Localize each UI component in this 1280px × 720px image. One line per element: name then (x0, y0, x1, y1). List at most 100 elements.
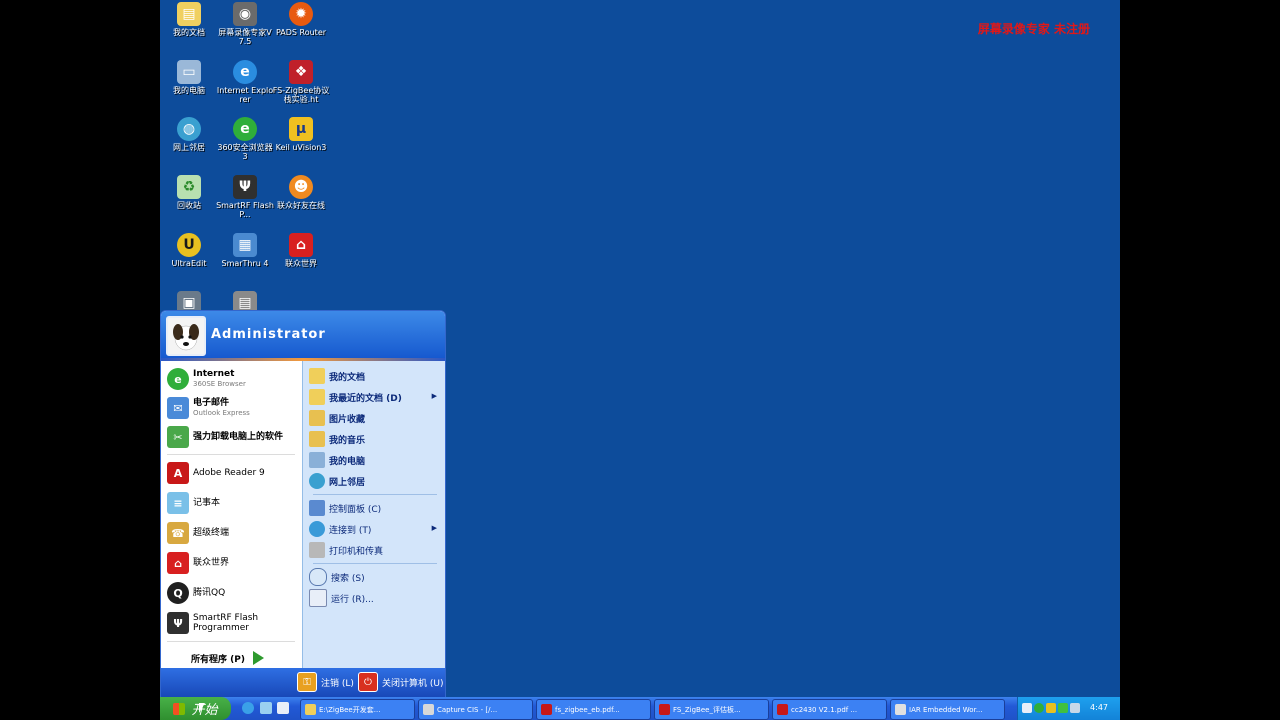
start-menu-footer: ⚿ 注销 (L) ⏻ 关闭计算机 (U) (161, 668, 445, 697)
recent-notepad[interactable]: ≡ 记事本 (167, 490, 301, 516)
desktop-icon-label: FS-ZigBee协议栈实验.ht (272, 86, 330, 104)
desktop-icon-screen-recorder[interactable]: ◉ 屏幕录像专家V7.5 (216, 2, 274, 46)
user-avatar[interactable] (166, 316, 206, 356)
control-panel-icon (309, 500, 325, 516)
desktop-icon-recycle-bin[interactable]: ♻ 回收站 (160, 175, 218, 210)
all-programs-button[interactable]: 所有程序 (P) (191, 651, 264, 665)
place-label: 我的音乐 (329, 435, 366, 446)
adobe-reader-icon: A (167, 462, 189, 484)
place-my-computer[interactable]: 我的电脑 (309, 450, 443, 470)
recent-hyperterminal[interactable]: ☎ 超级终端 (167, 520, 301, 546)
clock[interactable]: 4:47 (1090, 703, 1108, 712)
smartrf-icon: Ψ (167, 612, 189, 634)
taskbar: 开始 E:\ZigBee开发套... Capture CIS - [/... f… (160, 697, 1120, 720)
place-control-panel[interactable]: 控制面板 (C) (309, 498, 443, 518)
desktop-icon-360-browser[interactable]: e 360安全浏览器 3 (216, 117, 274, 161)
place-printers[interactable]: 打印机和传真 (309, 540, 443, 560)
pinned-internet[interactable]: e Internet 360SE Browser (167, 366, 301, 392)
place-label: 图片收藏 (329, 414, 366, 425)
place-network[interactable]: 网上邻居 (309, 471, 443, 491)
quicklaunch-desktop-icon[interactable] (277, 702, 289, 714)
shutdown-button[interactable]: ⏻ 关闭计算机 (U) (358, 672, 443, 692)
desktop-icon-keil[interactable]: μ Keil uVision3 (272, 117, 330, 152)
logoff-label: 注销 (L) (321, 678, 354, 689)
desktop-icon-my-documents[interactable]: ▤ 我的文档 (160, 2, 218, 37)
desktop-icon-smarthru[interactable]: ▦ SmarThru 4 (216, 233, 274, 268)
start-menu-header: Administrator (161, 311, 445, 358)
desktop-icon-ultraedit[interactable]: U UltraEdit (160, 233, 218, 268)
recent-adobe-reader[interactable]: A Adobe Reader 9 (167, 460, 301, 486)
desktop-icon-ie[interactable]: e Internet Explorer (216, 60, 274, 104)
recent-label: SmartRF Flash Programmer (193, 613, 259, 633)
360-browser-icon: e (233, 117, 257, 141)
recent-label: 超级终端 (193, 528, 230, 538)
task-button-explorer[interactable]: E:\ZigBee开发套... (300, 699, 415, 720)
desktop-icon-zigbee-html[interactable]: ❖ FS-ZigBee协议栈实验.ht (272, 60, 330, 104)
hyperterminal-icon: ☎ (167, 522, 189, 544)
task-button-pdf-3[interactable]: cc2430 V2.1.pdf ... (772, 699, 887, 720)
recent-label: 腾讯QQ (193, 588, 226, 598)
place-music[interactable]: 我的音乐 (309, 429, 443, 449)
pdf-icon (659, 704, 670, 715)
place-label: 控制面板 (C) (329, 504, 382, 515)
folder-icon (305, 704, 316, 715)
start-button[interactable]: 开始 (160, 697, 231, 720)
desktop-icon-my-computer[interactable]: ▭ 我的电脑 (160, 60, 218, 95)
run-icon (309, 589, 327, 607)
place-label: 搜索 (S) (331, 573, 365, 584)
desktop-icon-network[interactable]: ◍ 网上邻居 (160, 117, 218, 152)
place-pictures[interactable]: 图片收藏 (309, 408, 443, 428)
place-my-documents[interactable]: 我的文档 (309, 366, 443, 386)
recent-qq[interactable]: Q 腾讯QQ (167, 580, 301, 606)
quicklaunch-media-icon[interactable] (260, 702, 272, 714)
desktop-icon-label: SmartRF Flash P... (216, 201, 274, 219)
logoff-button[interactable]: ⚿ 注销 (L) (297, 672, 354, 692)
desktop-icon-smartrf[interactable]: Ψ SmartRF Flash P... (216, 175, 274, 219)
task-button-pdf-2[interactable]: FS_ZigBee_评估板... (654, 699, 769, 720)
task-button-iar[interactable]: IAR Embedded Wor... (890, 699, 1005, 720)
volume-icon[interactable] (1070, 703, 1080, 713)
task-button-pdf-1[interactable]: fs_zigbee_eb.pdf... (536, 699, 651, 720)
pinned-title: Internet (193, 369, 235, 379)
smarthru-icon: ▦ (233, 233, 257, 257)
task-label: IAR Embedded Wor... (909, 705, 983, 714)
task-label: fs_zigbee_eb.pdf... (555, 705, 620, 714)
task-button-capture-cis[interactable]: Capture CIS - [/... (418, 699, 533, 720)
security-shield-icon[interactable] (1058, 703, 1068, 713)
screen-recorder-icon: ◉ (233, 2, 257, 26)
360-guard-icon[interactable] (1034, 703, 1044, 713)
network-icon: ◍ (177, 117, 201, 141)
desktop-icon-ourgame[interactable]: ⌂ 联众世界 (272, 233, 330, 268)
outlook-icon: ✉ (167, 397, 189, 419)
smartrf-icon: Ψ (233, 175, 257, 199)
start-menu: Administrator e Internet 360SE Browser ✉ … (160, 310, 446, 698)
quicklaunch-ie-icon[interactable] (242, 702, 254, 714)
tray-app-icon[interactable] (1046, 703, 1056, 713)
desktop-icon-ourgame-friends[interactable]: ☻ 联众好友在线 (272, 175, 330, 210)
place-label: 网上邻居 (329, 477, 366, 488)
recent-smartrf[interactable]: Ψ SmartRF Flash Programmer (167, 610, 301, 636)
pinned-email[interactable]: ✉ 电子邮件 Outlook Express (167, 395, 301, 421)
language-icon[interactable] (1022, 703, 1032, 713)
my-documents-icon: ▤ (177, 2, 201, 26)
desktop-icon-label: Keil uVision3 (275, 143, 327, 152)
notepad-icon: ≡ (167, 492, 189, 514)
start-menu-places: 我的文档 我最近的文档 (D) ▶ 图片收藏 我的音乐 我的电脑 网上邻居 控制… (302, 361, 445, 668)
place-connect-to[interactable]: 连接到 (T) ▶ (309, 519, 443, 539)
arrow-right-icon (252, 651, 264, 665)
desktop-icon-label: 360安全浏览器 3 (217, 143, 273, 161)
desktop-icon-label: 网上邻居 (173, 143, 205, 152)
html-file-icon: ❖ (289, 60, 313, 84)
recent-uninstaller[interactable]: ✂ 强力卸载电脑上的软件 (167, 424, 301, 450)
ourgame-friends-icon: ☻ (289, 175, 313, 199)
place-recent-documents[interactable]: 我最近的文档 (D) ▶ (309, 387, 443, 407)
desktop-icon-pads-router[interactable]: ✹ PADS Router (272, 2, 330, 37)
place-run[interactable]: 运行 (R)... (309, 588, 443, 608)
place-search[interactable]: 搜索 (S) (309, 567, 443, 587)
capture-cis-icon (423, 704, 434, 715)
network-icon (309, 473, 325, 489)
pads-router-icon: ✹ (289, 2, 313, 26)
desktop-icon-label: PADS Router (275, 28, 327, 37)
recent-ourgame[interactable]: ⌂ 联众世界 (167, 550, 301, 576)
music-icon (309, 431, 325, 447)
